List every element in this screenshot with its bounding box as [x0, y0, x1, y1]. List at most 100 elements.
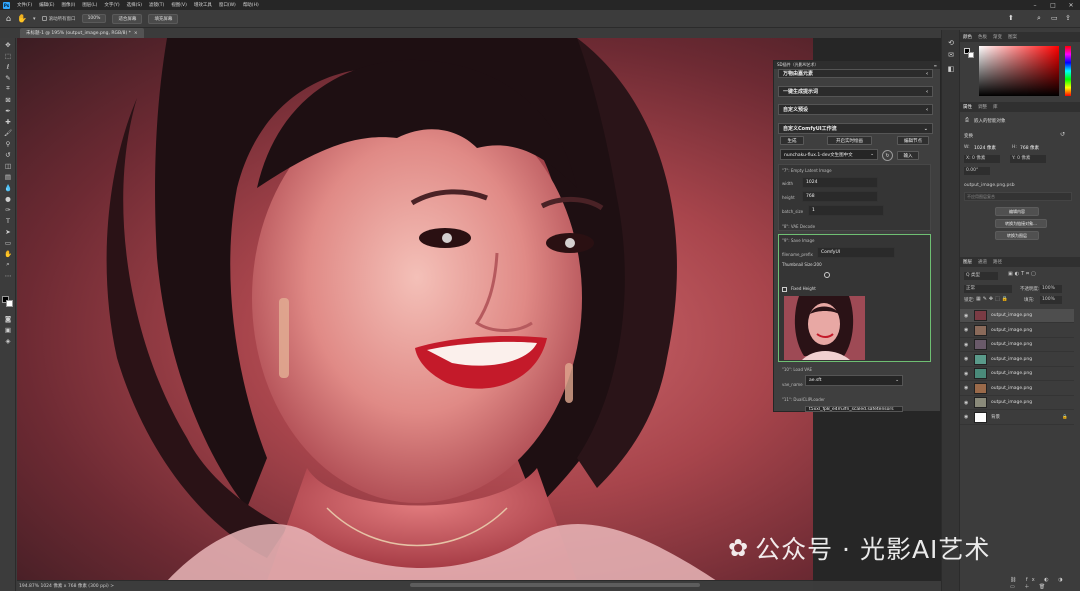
section-prompt[interactable]: 一键生成提示词 ‹ [778, 86, 933, 97]
tab-libraries[interactable]: 库 [993, 104, 998, 110]
search-icon[interactable]: ⌕ [1037, 14, 1041, 23]
visibility-eye-icon[interactable]: ◉ [964, 400, 970, 406]
fit-screen-button[interactable]: 适合屏幕 [112, 13, 143, 24]
height-input[interactable]: 768 [802, 191, 878, 202]
close-icon[interactable]: ✕ [1062, 0, 1080, 10]
w-value[interactable]: 1024 像素 [974, 145, 996, 151]
layer-row[interactable]: ◉ output_image.png [960, 396, 1074, 410]
marquee-tool-icon[interactable]: ⬚ [3, 51, 13, 60]
hand-tool-icon[interactable]: ✋ [17, 14, 27, 23]
menu-help[interactable]: 帮助(H) [243, 2, 259, 8]
reset-transform-icon[interactable]: ↺ [1060, 131, 1065, 138]
frame-tool-icon[interactable]: ⊠ [3, 95, 13, 104]
output-thumbnail[interactable] [784, 296, 865, 360]
menu-plugins[interactable]: 增效工具 [194, 2, 212, 8]
generate-button[interactable]: 生成 [780, 136, 804, 145]
fill-screen-button[interactable]: 填充屏幕 [148, 13, 179, 24]
artboard-icon[interactable]: ◈ [3, 336, 13, 345]
chevron-down-icon[interactable]: ▾ [33, 16, 36, 22]
document-canvas[interactable] [17, 38, 813, 581]
background-color-swatch[interactable] [6, 300, 13, 307]
maximize-icon[interactable]: □ [1044, 0, 1062, 10]
screen-mode-icon[interactable]: ▣ [3, 325, 13, 334]
import-button[interactable]: 输入 [897, 151, 919, 160]
lasso-tool-icon[interactable]: ℓ [3, 62, 13, 71]
tab-close-icon[interactable]: × [134, 31, 138, 36]
section-workflow[interactable]: 自定义ComfyUI工作流 ⌄ [778, 123, 933, 134]
rectangle-tool-icon[interactable]: ▭ [3, 238, 13, 247]
layer-row[interactable]: ◉ 背景 🔒 [960, 411, 1074, 425]
background-color[interactable] [968, 52, 974, 58]
opacity-input[interactable]: 100% [1040, 285, 1062, 293]
edit-contents-button[interactable]: 编辑内容 [995, 207, 1039, 216]
horizontal-scrollbar[interactable] [410, 583, 700, 587]
menu-type[interactable]: 文字(Y) [104, 2, 119, 8]
lock-icon[interactable]: 🔒 [1062, 415, 1074, 420]
layer-row[interactable]: ◉ output_image.png [960, 382, 1074, 396]
tab-channels[interactable]: 通道 [978, 259, 987, 265]
width-input[interactable]: 1024 [802, 177, 878, 188]
zoom-tool-icon[interactable]: ⌕ [3, 260, 13, 269]
hand-tool-sidebar-icon[interactable]: ✋ [3, 249, 13, 258]
edit-node-button[interactable]: 编辑节点 [897, 136, 929, 145]
tab-adjustments[interactable]: 调整 [978, 104, 987, 110]
layer-row[interactable]: ◉ output_image.png [960, 367, 1074, 381]
eyedropper-tool-icon[interactable]: ✒ [3, 106, 13, 115]
clone-stamp-tool-icon[interactable]: ⚲ [3, 139, 13, 148]
menu-edit[interactable]: 编辑(E) [39, 2, 54, 8]
visibility-eye-icon[interactable]: ◉ [964, 356, 970, 362]
layer-kind-filter[interactable]: Q 类型 [964, 272, 998, 280]
layer-row[interactable]: ◉ output_image.png [960, 353, 1074, 367]
home-icon[interactable]: ⌂ [6, 14, 11, 23]
menu-view[interactable]: 视图(V) [171, 2, 187, 8]
layer-filter-icons[interactable]: ▣◐T⌗▢ [1008, 271, 1038, 277]
tab-patterns[interactable]: 图案 [1008, 34, 1017, 40]
tab-properties[interactable]: 属性 [963, 104, 972, 110]
minimize-icon[interactable]: – [1026, 0, 1044, 10]
brush-tool-icon[interactable]: 🖌 [3, 128, 13, 137]
section-quick[interactable]: 万物由嘉元素 ‹ [778, 69, 933, 78]
filename-prefix-input[interactable]: ComfyUI [817, 247, 895, 258]
more-tools-icon[interactable]: ⋯ [3, 271, 13, 280]
history-brush-tool-icon[interactable]: ↺ [3, 150, 13, 159]
comments-icon[interactable]: ✉ [946, 50, 956, 60]
blur-tool-icon[interactable]: 💧 [3, 183, 13, 192]
x-field[interactable]: X: 0 像素 [964, 155, 1000, 163]
menu-window[interactable]: 窗口(W) [219, 2, 236, 8]
layer-row[interactable]: ◉ output_image.png [960, 338, 1074, 352]
convert-linked-button[interactable]: 转换为链接对象... [995, 219, 1047, 228]
vae-name-select[interactable]: ae.sft ⌄ [805, 375, 903, 386]
pen-tool-icon[interactable]: ✑ [3, 205, 13, 214]
history-icon[interactable]: ⟲ [946, 38, 956, 48]
path-selection-tool-icon[interactable]: ➤ [3, 227, 13, 236]
visibility-eye-icon[interactable]: ◉ [964, 327, 970, 333]
quick-select-tool-icon[interactable]: ✎ [3, 73, 13, 82]
scroll-all-windows-checkbox[interactable]: 滚动所有窗口 [41, 16, 76, 22]
tab-layers[interactable]: 图层 [963, 259, 972, 265]
menu-image[interactable]: 图像(I) [61, 2, 75, 8]
batch-size-input[interactable]: 1 [808, 205, 884, 216]
tab-gradients[interactable]: 渐变 [993, 34, 1002, 40]
layer-comp-select[interactable]: 不应用图层复合 [964, 192, 1072, 201]
menu-layer[interactable]: 图层(L) [82, 2, 97, 8]
tab-swatches[interactable]: 色板 [978, 34, 987, 40]
visibility-eye-icon[interactable]: ◉ [964, 313, 970, 319]
refresh-icon[interactable]: ↻ [882, 150, 893, 161]
fixed-height-checkbox[interactable] [782, 287, 787, 292]
fill-input[interactable]: 100% [1040, 296, 1062, 304]
zoom-100-button[interactable]: 100% [81, 14, 107, 23]
share-icon[interactable]: ⬆ [1008, 14, 1014, 22]
workflow-select[interactable]: nunchaku-flux.1-dev文生图中文 ⌄ [780, 149, 878, 160]
thumbnail-slider-handle[interactable] [824, 272, 830, 278]
type-tool-icon[interactable]: T [3, 216, 13, 225]
tab-paths[interactable]: 路径 [993, 259, 1002, 265]
quick-mask-icon[interactable]: ◙ [3, 314, 13, 323]
visibility-eye-icon[interactable]: ◉ [964, 342, 970, 348]
menu-file[interactable]: 文件(F) [17, 2, 32, 8]
workspace-icon[interactable]: ▭ [1051, 14, 1058, 22]
blend-mode-select[interactable]: 正常 [964, 285, 1012, 293]
layer-row[interactable]: ◉ output_image.png [960, 309, 1074, 323]
angle-field[interactable]: 0.00° [964, 167, 990, 175]
tab-color[interactable]: 颜色 [963, 34, 972, 40]
convert-layers-button[interactable]: 转换为图层 [995, 231, 1039, 240]
